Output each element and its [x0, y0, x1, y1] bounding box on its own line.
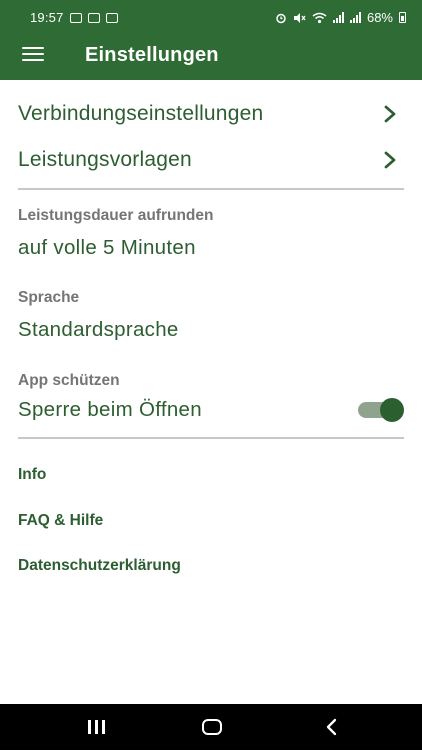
chevron-right-icon	[384, 105, 396, 123]
divider	[18, 188, 404, 190]
lock-on-open-label: Sperre beim Öffnen	[18, 398, 202, 421]
back-icon	[326, 718, 337, 736]
rounding-value[interactable]: auf volle 5 Minuten	[18, 236, 196, 260]
privacy-policy-link[interactable]: Datenschutzerklärung	[18, 557, 181, 575]
status-bar: 19:57 68%	[0, 0, 422, 36]
app-header: 19:57 68% Einstellungen	[0, 0, 422, 80]
mute-icon	[293, 12, 306, 23]
alarm-icon	[276, 13, 286, 23]
signal-icon	[349, 12, 361, 23]
toggle-thumb	[380, 398, 404, 422]
back-button[interactable]	[302, 704, 362, 750]
recents-button[interactable]	[66, 704, 126, 750]
page-title: Einstellungen	[85, 44, 219, 66]
language-label: Sprache	[18, 289, 80, 306]
system-navigation-bar	[0, 704, 422, 750]
language-value[interactable]: Standardsprache	[18, 318, 179, 342]
signal-icon	[332, 12, 344, 23]
status-time: 19:57	[30, 10, 64, 25]
home-button[interactable]	[182, 704, 242, 750]
nav-item-verbindungseinstellungen[interactable]: Verbindungseinstellungen	[0, 92, 422, 138]
rounding-label: Leistungsdauer aufrunden	[18, 207, 214, 224]
nav-item-label: Leistungsvorlagen	[18, 148, 192, 171]
home-icon	[202, 719, 222, 735]
protect-label: App schützen	[18, 372, 120, 389]
nav-item-leistungsvorlagen[interactable]: Leistungsvorlagen	[0, 138, 422, 184]
info-link[interactable]: Info	[18, 466, 46, 484]
gallery-icon	[105, 12, 118, 23]
teams-icon	[69, 12, 82, 23]
faq-help-link[interactable]: FAQ & Hilfe	[18, 512, 103, 530]
app-bar: Einstellungen	[0, 36, 422, 80]
chevron-right-icon	[384, 151, 396, 169]
calendar-icon	[87, 12, 100, 23]
lock-on-open-toggle[interactable]	[358, 398, 404, 422]
wifi-icon	[312, 12, 327, 23]
battery-percentage: 68%	[366, 10, 393, 25]
hamburger-menu-icon[interactable]	[22, 46, 44, 62]
nav-item-label: Verbindungseinstellungen	[18, 102, 264, 125]
battery-icon	[399, 12, 406, 23]
divider	[18, 437, 404, 439]
